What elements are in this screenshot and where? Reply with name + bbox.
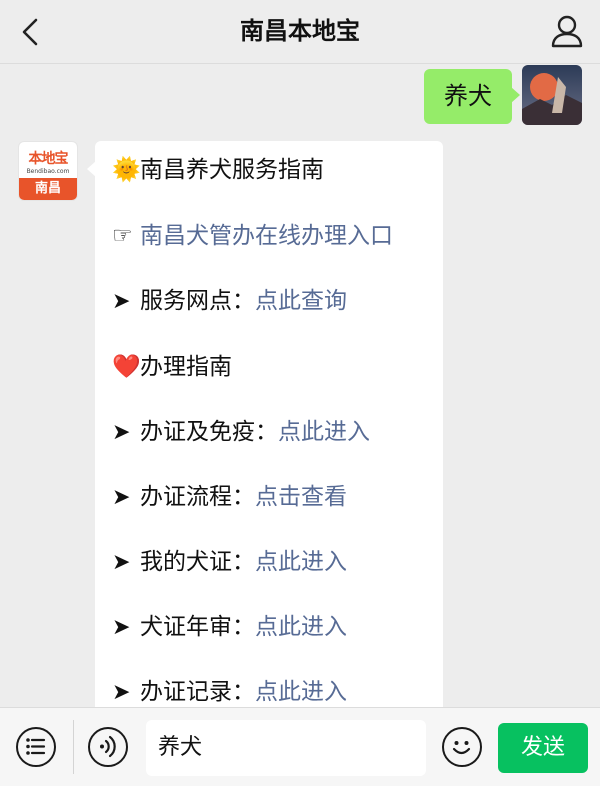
avatar-image [522,65,582,125]
profile-button[interactable] [548,12,586,50]
item-text: 办证及免疫： [140,419,278,445]
logo-url: Bendibao.com [26,168,70,175]
input-bar: 养犬 发送 [0,707,600,786]
my-license-link[interactable]: 点此进入 [255,549,347,575]
list-item: ➤ 犬证年审：点此进入 [112,612,347,643]
list-item: 🌞南昌养犬服务指南 [112,155,324,185]
arrow-icon: ➤ [112,550,131,575]
item-text: 办理指南 [140,354,232,380]
send-button[interactable]: 发送 [498,723,588,773]
item-text: 服务网点： [140,288,255,314]
received-message-bubble: 🌞南昌养犬服务指南 ☞ 南昌犬管办在线办理入口 ➤ 服务网点：点此查询 ❤️办理指南… [87,141,443,707]
list-item: ➤ 办证及免疫：点此进入 [112,417,370,448]
license-immunization-link[interactable]: 点此进入 [278,419,370,445]
page-title: 南昌本地宝 [240,17,360,45]
top-nav-bar: 南昌本地宝 [0,0,600,64]
item-text: 犬证年审： [140,614,255,640]
list-item: ➤ 服务网点：点此查询 [112,286,347,317]
arrow-icon: ➤ [112,680,131,705]
my-avatar[interactable] [522,65,582,125]
emoji-button[interactable] [442,727,482,767]
bot-avatar[interactable]: 本地宝 Bendibao.com 南昌 [18,141,78,201]
list-item: ➤ 办证流程：点击查看 [112,482,347,513]
arrow-icon: ➤ [112,615,131,640]
item-text: 办证记录： [140,679,255,705]
license-records-link[interactable]: 点此进入 [255,679,347,705]
item-text: 我的犬证： [140,549,255,575]
logo-city: 南昌 [19,178,77,200]
service-outlets-link[interactable]: 点此查询 [255,288,347,314]
annual-review-link[interactable]: 点此进入 [255,614,347,640]
divider [73,720,74,774]
logo-text: 本地宝 [28,151,69,167]
list-item: ❤️办理指南 [112,352,232,382]
voice-button[interactable] [88,727,128,767]
person-icon [551,15,583,48]
online-entry-link[interactable]: 南昌犬管办在线办理入口 [140,223,393,249]
message-input[interactable]: 养犬 [146,720,426,776]
sun-icon: 🌞 [112,157,141,183]
pointing-hand-icon: ☞ [112,223,133,249]
sent-message: 养犬 [424,69,520,124]
menu-button[interactable] [16,727,56,767]
arrow-icon: ➤ [112,289,131,314]
list-item: ☞ 南昌犬管办在线办理入口 [112,221,393,251]
list-item: ➤ 办证记录：点此进入 [112,677,347,707]
sent-message-bubble[interactable]: 养犬 [424,69,520,124]
menu-list-icon [26,738,46,755]
voice-icon [100,735,116,758]
item-text: 南昌养犬服务指南 [140,157,324,183]
list-item: ➤ 我的犬证：点此进入 [112,547,347,578]
arrow-icon: ➤ [112,420,131,445]
heart-icon: ❤️ [112,354,141,380]
chat-area[interactable]: 养犬 本地宝 Bendibao.com 南昌 🌞南昌养犬服务指南 ☞ 南昌犬管办在… [0,65,600,707]
license-process-link[interactable]: 点击查看 [255,484,347,510]
item-text: 办证流程： [140,484,255,510]
arrow-icon: ➤ [112,485,131,510]
emoji-smile-icon [452,741,471,755]
